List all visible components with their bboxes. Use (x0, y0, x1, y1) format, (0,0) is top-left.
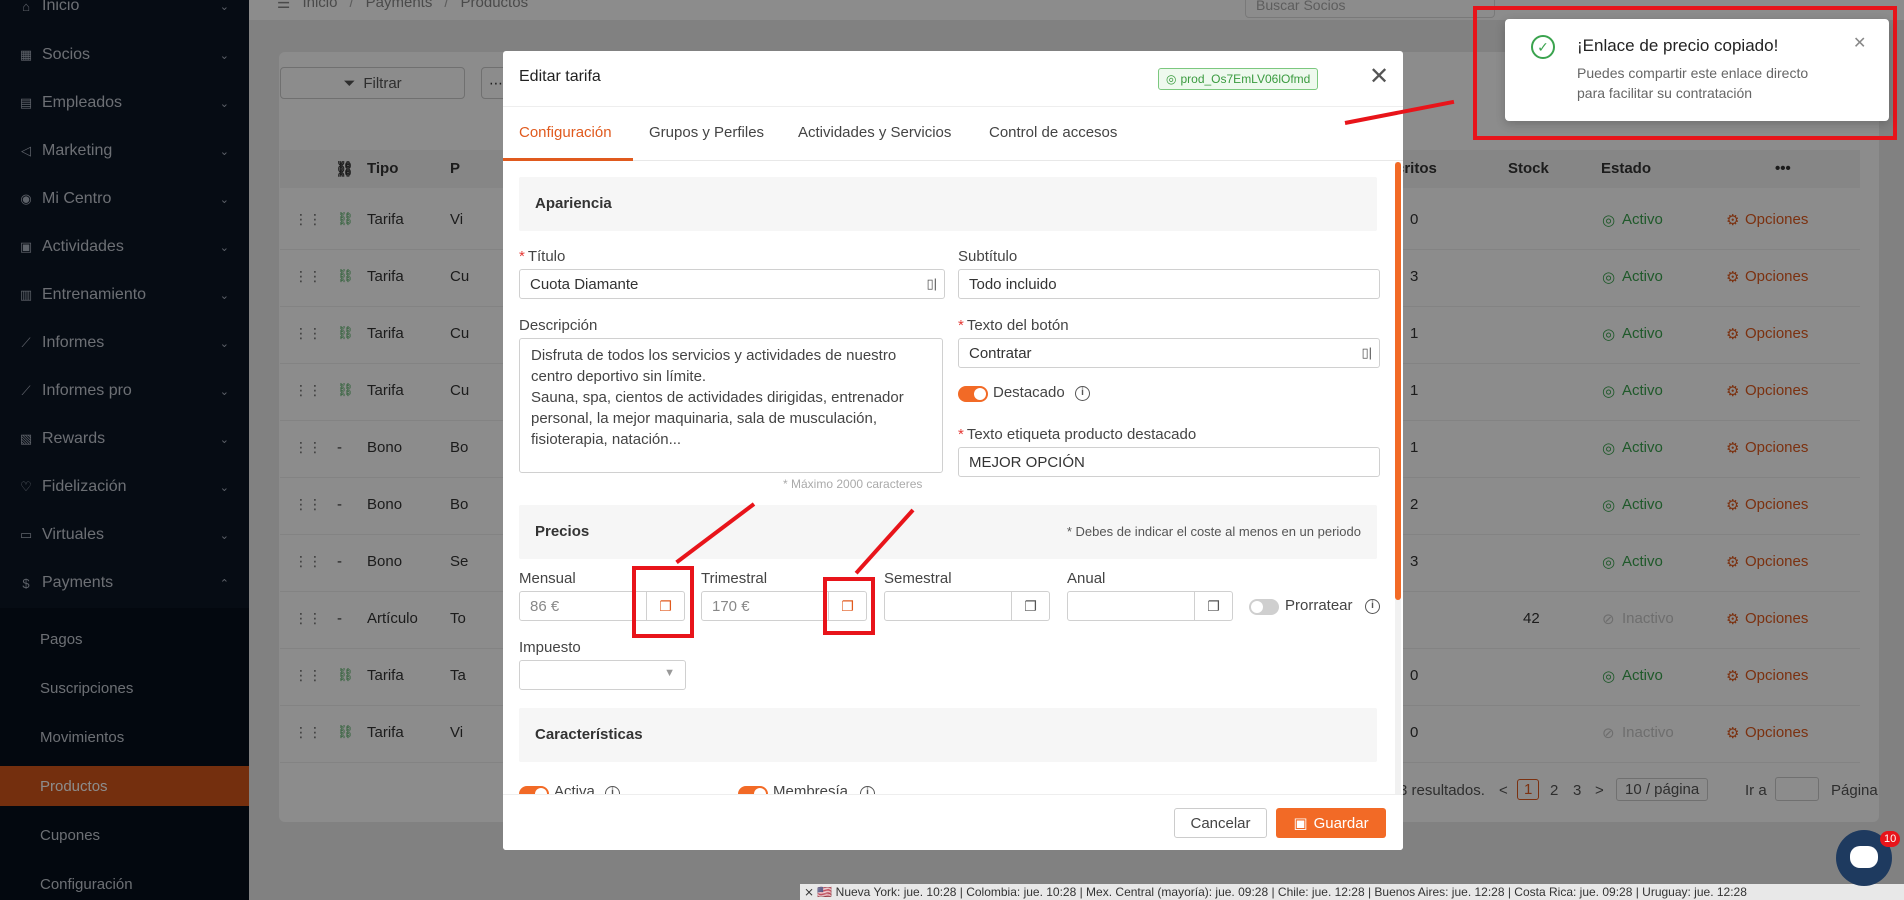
annotation-box (823, 577, 875, 635)
translate-icon[interactable]: ▯| (1361, 345, 1372, 361)
modal-footer: Cancelar ▣ Guardar (503, 794, 1403, 850)
featured-toggle[interactable] (958, 386, 988, 402)
chat-badge: 10 (1880, 831, 1901, 847)
info-icon[interactable]: i (860, 786, 875, 794)
product-id-text: prod_Os7EmLV06lOfmd (1180, 72, 1311, 86)
modal-header: Editar tarifa ◎ prod_Os7EmLV06lOfmd ✕ (503, 51, 1403, 107)
tab-grupos-perfiles[interactable]: Grupos y Perfiles (649, 124, 764, 141)
monthly-label: Mensual (519, 570, 576, 587)
copy-link-icon[interactable]: ❐ (1012, 591, 1050, 621)
product-id-badge[interactable]: ◎ prod_Os7EmLV06lOfmd (1158, 68, 1319, 90)
info-icon[interactable]: i (1365, 599, 1380, 614)
featured-tag-value: MEJOR OPCIÓN (969, 453, 1085, 471)
subtitle-label: Subtítulo (958, 248, 1018, 265)
active-toggle[interactable] (519, 786, 549, 794)
annotation-box (632, 566, 694, 638)
copy-link-icon[interactable]: ❐ (1195, 591, 1233, 621)
button-text-input[interactable]: Contratar ▯| (958, 338, 1380, 368)
section-prices: Precios * Debes de indicar el coste al m… (519, 505, 1377, 559)
membership-label: Membresía (773, 783, 849, 794)
cancel-button[interactable]: Cancelar (1174, 808, 1267, 838)
tab-actividades-servicios[interactable]: Actividades y Servicios (798, 124, 951, 141)
featured-label: Destacado (993, 384, 1065, 401)
save-button-label: Guardar (1313, 814, 1369, 832)
title-label: * Título (519, 248, 566, 265)
modal-tabs: Configuración Grupos y Perfiles Activida… (503, 107, 1403, 161)
title-input[interactable]: Cuota Diamante ▯| (519, 269, 945, 299)
featured-tag-input[interactable]: MEJOR OPCIÓN (958, 447, 1380, 477)
tax-label: Impuesto (519, 639, 581, 656)
modal-body: Apariencia * Título Cuota Diamante ▯| Sub… (503, 162, 1403, 794)
close-icon[interactable]: ✕ (1369, 64, 1389, 90)
prorate-label: Prorratear (1285, 597, 1353, 614)
save-icon: ▣ (1293, 815, 1308, 832)
tab-configuracion[interactable]: Configuración (519, 124, 612, 141)
subtitle-input[interactable]: Todo incluido (958, 269, 1380, 299)
membership-toggle[interactable] (738, 786, 768, 794)
modal-title: Editar tarifa (519, 68, 601, 85)
close-icon[interactable]: ✕ (1853, 33, 1866, 53)
prices-note: * Debes de indicar el coste al menos en … (1066, 524, 1361, 539)
section-title: Precios (535, 523, 590, 540)
check-circle-icon: ◎ (1166, 72, 1177, 86)
prorate-toggle[interactable] (1249, 599, 1279, 615)
semester-label: Semestral (884, 570, 952, 587)
info-icon[interactable]: i (1075, 386, 1090, 401)
section-appearance: Apariencia (519, 177, 1377, 231)
section-title: Características (535, 726, 643, 743)
button-text-label: * Texto del botón (958, 317, 1069, 334)
description-hint: * Máximo 2000 caracteres (783, 477, 923, 491)
section-features: Características (519, 708, 1377, 762)
toast-notification: ✓ ¡Enlace de precio copiado! Puedes comp… (1505, 19, 1889, 121)
quarterly-label: Trimestral (701, 570, 768, 587)
chevron-down-icon: ▼ (664, 667, 675, 679)
active-tab-indicator (503, 158, 633, 161)
toast-message: Puedes compartir este enlace directo par… (1577, 65, 1809, 101)
translate-icon[interactable]: ▯| (926, 276, 937, 292)
quarterly-price-input[interactable]: 170 € (701, 591, 829, 621)
check-circle-icon: ✓ (1531, 35, 1555, 59)
subtitle-input-value: Todo incluido (969, 275, 1057, 293)
toast-title: ¡Enlace de precio copiado! (1577, 36, 1779, 55)
edit-rate-modal: Editar tarifa ◎ prod_Os7EmLV06lOfmd ✕ Co… (503, 51, 1403, 850)
title-input-value: Cuota Diamante (530, 275, 639, 293)
tax-select[interactable]: ▼ (519, 660, 686, 690)
scrollbar-thumb[interactable] (1395, 162, 1401, 600)
save-button[interactable]: ▣ Guardar (1276, 808, 1386, 838)
description-label: Descripción (519, 317, 598, 334)
timezone-bar: ⨯ 🇺🇸 Nueva York: jue. 10:28 | Colombia: … (800, 884, 1904, 900)
annual-price-field: ❐ (1067, 591, 1233, 621)
info-icon[interactable]: i (605, 786, 620, 794)
semester-price-input[interactable] (884, 591, 1012, 621)
button-text-value: Contratar (969, 344, 1032, 362)
section-title: Apariencia (535, 195, 612, 212)
annual-label: Anual (1067, 570, 1106, 587)
tab-control-accesos[interactable]: Control de accesos (989, 124, 1117, 141)
active-label: Activa (554, 783, 595, 794)
description-textarea[interactable]: Disfruta de todos los servicios y activi… (519, 338, 943, 473)
monthly-price-input[interactable]: 86 € (519, 591, 647, 621)
annual-price-input[interactable] (1067, 591, 1195, 621)
semester-price-field: ❐ (884, 591, 1050, 621)
featured-tag-label: * Texto etiqueta producto destacado (958, 426, 1197, 443)
